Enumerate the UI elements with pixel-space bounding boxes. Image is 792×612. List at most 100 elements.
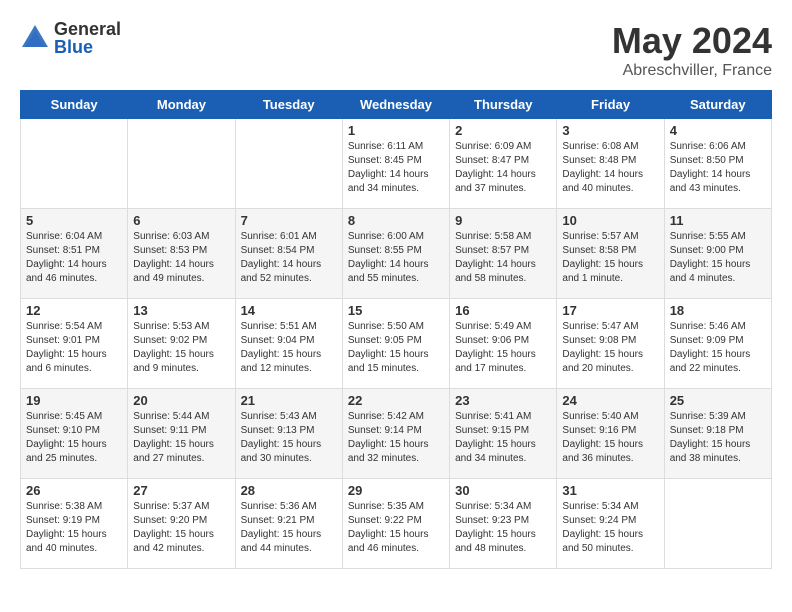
calendar-cell: 30Sunrise: 5:34 AMSunset: 9:23 PMDayligh… [450, 479, 557, 569]
day-info: Sunrise: 5:49 AMSunset: 9:06 PMDaylight:… [455, 320, 551, 376]
calendar-table: SundayMondayTuesdayWednesdayThursdayFrid… [20, 90, 772, 569]
logo-general: General [54, 20, 121, 38]
calendar-cell [21, 119, 128, 209]
day-number: 9 [455, 213, 551, 228]
day-info: Sunrise: 6:03 AMSunset: 8:53 PMDaylight:… [133, 230, 229, 286]
title-block: May 2024 Abreschviller, France [612, 20, 772, 80]
day-info: Sunrise: 5:54 AMSunset: 9:01 PMDaylight:… [26, 320, 122, 376]
day-info: Sunrise: 6:09 AMSunset: 8:47 PMDaylight:… [455, 140, 551, 196]
day-number: 12 [26, 303, 122, 318]
day-number: 31 [562, 483, 658, 498]
day-number: 11 [670, 213, 766, 228]
calendar-cell: 25 Sunrise: 5:39 AMSunset: 9:18 PMDayligh… [664, 389, 771, 479]
logo: General Blue [20, 20, 121, 56]
day-header-sunday: Sunday [21, 91, 128, 119]
week-row-5: 26Sunrise: 5:38 AMSunset: 9:19 PMDayligh… [21, 479, 772, 569]
day-number: 2 [455, 123, 551, 138]
day-info: Sunrise: 5:45 AMSunset: 9:10 PMDaylight:… [26, 410, 122, 466]
calendar-cell: 27 Sunrise: 5:37 AMSunset: 9:20 PMDayligh… [128, 479, 235, 569]
calendar-cell: 8 Sunrise: 6:00 AMSunset: 8:55 PMDaylight… [342, 209, 449, 299]
calendar-cell: 21 Sunrise: 5:43 AMSunset: 9:13 PMDayligh… [235, 389, 342, 479]
calendar-cell: 16Sunrise: 5:49 AMSunset: 9:06 PMDayligh… [450, 299, 557, 389]
calendar-cell: 20Sunrise: 5:44 AMSunset: 9:11 PMDayligh… [128, 389, 235, 479]
day-number: 18 [670, 303, 766, 318]
day-header-wednesday: Wednesday [342, 91, 449, 119]
week-row-3: 12 Sunrise: 5:54 AMSunset: 9:01 PMDayligh… [21, 299, 772, 389]
calendar-cell: 15Sunrise: 5:50 AMSunset: 9:05 PMDayligh… [342, 299, 449, 389]
calendar-cell: 29 Sunrise: 5:35 AMSunset: 9:22 PMDayligh… [342, 479, 449, 569]
calendar-cell: 11 Sunrise: 5:55 AMSunset: 9:00 PMDayligh… [664, 209, 771, 299]
day-info: Sunrise: 5:51 AMSunset: 9:04 PMDaylight:… [241, 320, 337, 376]
day-number: 14 [241, 303, 337, 318]
day-number: 20 [133, 393, 229, 408]
day-number: 10 [562, 213, 658, 228]
calendar-cell: 3 Sunrise: 6:08 AMSunset: 8:48 PMDaylight… [557, 119, 664, 209]
day-info: Sunrise: 5:50 AMSunset: 9:05 PMDaylight:… [348, 320, 444, 376]
calendar-cell: 9 Sunrise: 5:58 AMSunset: 8:57 PMDaylight… [450, 209, 557, 299]
day-header-thursday: Thursday [450, 91, 557, 119]
calendar-cell [664, 479, 771, 569]
day-info: Sunrise: 6:06 AMSunset: 8:50 PMDaylight:… [670, 140, 766, 196]
day-number: 4 [670, 123, 766, 138]
day-info: Sunrise: 5:53 AMSunset: 9:02 PMDaylight:… [133, 320, 229, 376]
calendar-cell: 26Sunrise: 5:38 AMSunset: 9:19 PMDayligh… [21, 479, 128, 569]
day-number: 1 [348, 123, 444, 138]
day-info: Sunrise: 6:04 AMSunset: 8:51 PMDaylight:… [26, 230, 122, 286]
day-info: Sunrise: 5:34 AMSunset: 9:24 PMDaylight:… [562, 500, 658, 556]
week-row-4: 19 Sunrise: 5:45 AMSunset: 9:10 PMDayligh… [21, 389, 772, 479]
calendar-cell: 28Sunrise: 5:36 AMSunset: 9:21 PMDayligh… [235, 479, 342, 569]
day-info: Sunrise: 5:55 AMSunset: 9:00 PMDaylight:… [670, 230, 766, 286]
day-number: 30 [455, 483, 551, 498]
day-number: 13 [133, 303, 229, 318]
calendar-cell: 7 Sunrise: 6:01 AMSunset: 8:54 PMDaylight… [235, 209, 342, 299]
logo-blue: Blue [54, 38, 121, 56]
day-number: 22 [348, 393, 444, 408]
week-row-1: 1Sunrise: 6:11 AMSunset: 8:45 PMDaylight… [21, 119, 772, 209]
day-info: Sunrise: 6:08 AMSunset: 8:48 PMDaylight:… [562, 140, 658, 196]
calendar-cell: 4 Sunrise: 6:06 AMSunset: 8:50 PMDaylight… [664, 119, 771, 209]
day-number: 17 [562, 303, 658, 318]
day-info: Sunrise: 6:01 AMSunset: 8:54 PMDaylight:… [241, 230, 337, 286]
day-number: 19 [26, 393, 122, 408]
day-info: Sunrise: 6:00 AMSunset: 8:55 PMDaylight:… [348, 230, 444, 286]
calendar-cell: 19 Sunrise: 5:45 AMSunset: 9:10 PMDayligh… [21, 389, 128, 479]
calendar-cell: 18Sunrise: 5:46 AMSunset: 9:09 PMDayligh… [664, 299, 771, 389]
day-number: 21 [241, 393, 337, 408]
day-number: 23 [455, 393, 551, 408]
day-info: Sunrise: 5:37 AMSunset: 9:20 PMDaylight:… [133, 500, 229, 556]
logo-text: General Blue [54, 20, 121, 56]
day-number: 26 [26, 483, 122, 498]
day-number: 25 [670, 393, 766, 408]
calendar-cell: 5 Sunrise: 6:04 AMSunset: 8:51 PMDaylight… [21, 209, 128, 299]
main-title: May 2024 [612, 20, 772, 62]
day-number: 7 [241, 213, 337, 228]
day-number: 3 [562, 123, 658, 138]
day-number: 28 [241, 483, 337, 498]
day-info: Sunrise: 5:58 AMSunset: 8:57 PMDaylight:… [455, 230, 551, 286]
calendar-cell: 17 Sunrise: 5:47 AMSunset: 9:08 PMDayligh… [557, 299, 664, 389]
day-header-tuesday: Tuesday [235, 91, 342, 119]
day-number: 29 [348, 483, 444, 498]
day-header-friday: Friday [557, 91, 664, 119]
day-info: Sunrise: 5:47 AMSunset: 9:08 PMDaylight:… [562, 320, 658, 376]
calendar-cell [235, 119, 342, 209]
day-number: 6 [133, 213, 229, 228]
day-header-saturday: Saturday [664, 91, 771, 119]
day-info: Sunrise: 5:39 AMSunset: 9:18 PMDaylight:… [670, 410, 766, 466]
calendar-cell: 24Sunrise: 5:40 AMSunset: 9:16 PMDayligh… [557, 389, 664, 479]
calendar-cell: 31 Sunrise: 5:34 AMSunset: 9:24 PMDayligh… [557, 479, 664, 569]
calendar-cell: 23Sunrise: 5:41 AMSunset: 9:15 PMDayligh… [450, 389, 557, 479]
calendar-cell: 22 Sunrise: 5:42 AMSunset: 9:14 PMDayligh… [342, 389, 449, 479]
day-number: 8 [348, 213, 444, 228]
calendar-cell: 1Sunrise: 6:11 AMSunset: 8:45 PMDaylight… [342, 119, 449, 209]
calendar-cell [128, 119, 235, 209]
week-row-2: 5 Sunrise: 6:04 AMSunset: 8:51 PMDaylight… [21, 209, 772, 299]
page-header: General Blue May 2024 Abreschviller, Fra… [20, 20, 772, 80]
day-info: Sunrise: 5:42 AMSunset: 9:14 PMDaylight:… [348, 410, 444, 466]
day-number: 27 [133, 483, 229, 498]
calendar-cell: 2 Sunrise: 6:09 AMSunset: 8:47 PMDaylight… [450, 119, 557, 209]
day-info: Sunrise: 5:43 AMSunset: 9:13 PMDaylight:… [241, 410, 337, 466]
day-number: 5 [26, 213, 122, 228]
logo-icon [20, 23, 50, 53]
day-info: Sunrise: 5:35 AMSunset: 9:22 PMDaylight:… [348, 500, 444, 556]
